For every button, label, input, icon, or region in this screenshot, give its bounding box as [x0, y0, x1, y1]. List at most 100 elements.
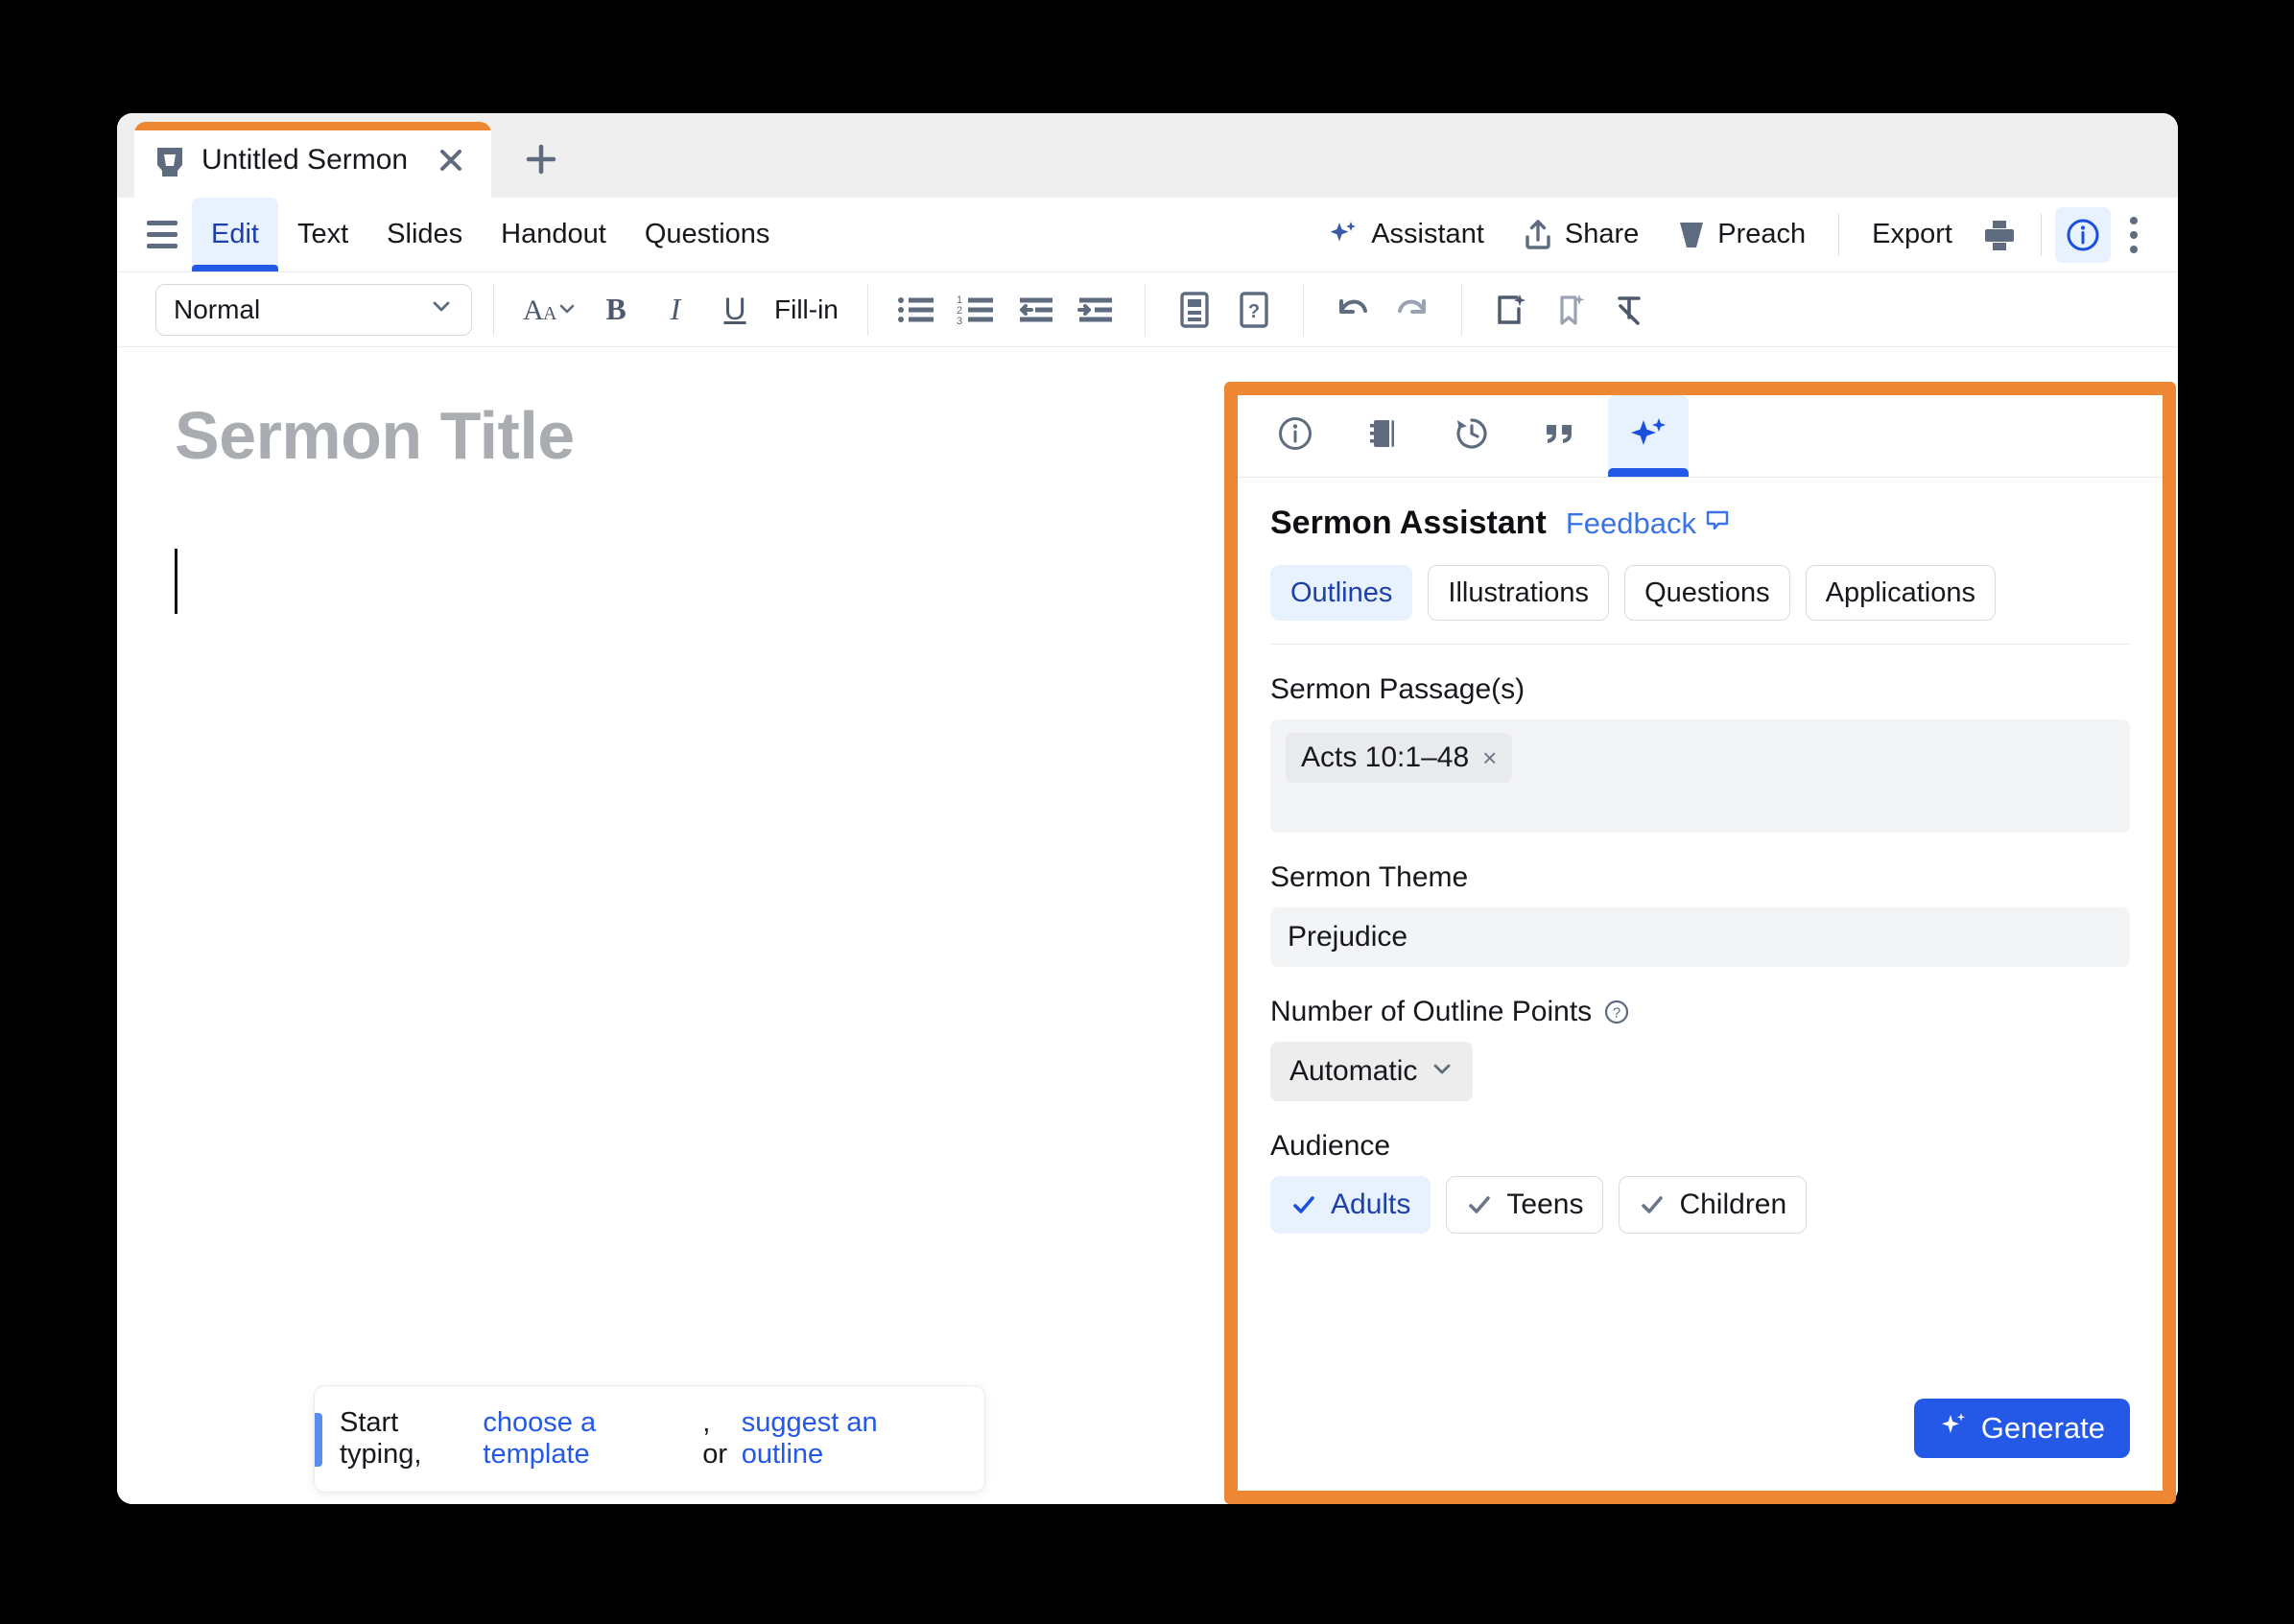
pulpit-icon — [155, 146, 184, 178]
font-size-icon[interactable]: A A — [515, 282, 584, 338]
toolbar-divider-1 — [493, 283, 494, 336]
sermon-passage-field: Sermon Passage(s) Acts 10:1–48 × — [1270, 673, 2130, 833]
svg-text:3: 3 — [957, 316, 962, 326]
ai-slide-icon[interactable] — [1483, 282, 1539, 338]
tab-applications[interactable]: Applications — [1805, 565, 1997, 621]
generate-button[interactable]: Generate — [1913, 1399, 2130, 1458]
panel-tab-assistant[interactable] — [1608, 395, 1689, 477]
menu-divider-2 — [2041, 213, 2042, 256]
chevron-down-icon — [429, 294, 454, 325]
question-card-icon[interactable]: ? — [1226, 282, 1282, 338]
audience-option-adults[interactable]: Adults — [1270, 1176, 1431, 1234]
sermon-assistant-panel: Sermon Assistant Feedback Outlines Illus… — [1224, 382, 2176, 1504]
audience-adults-label: Adults — [1331, 1189, 1411, 1220]
text-caret — [175, 549, 177, 614]
export-label: Export — [1872, 219, 1952, 249]
underline-icon[interactable]: U — [707, 282, 763, 338]
new-tab-button[interactable] — [518, 136, 564, 182]
sermon-passage-input[interactable]: Acts 10:1–48 × — [1270, 719, 2130, 833]
menu-bar: Edit Text Slides Handout Questions Assis… — [117, 198, 2178, 272]
tab-accent-bar — [134, 122, 491, 130]
printer-icon[interactable] — [1972, 207, 2027, 263]
audience-option-teens[interactable]: Teens — [1446, 1176, 1604, 1234]
tab-outlines[interactable]: Outlines — [1270, 565, 1413, 621]
bold-icon[interactable]: B — [588, 282, 644, 338]
numbered-list-icon[interactable]: 1 2 3 — [949, 282, 1005, 338]
remove-chip-icon[interactable]: × — [1482, 743, 1497, 773]
share-button[interactable]: Share — [1503, 198, 1658, 271]
check-icon — [1466, 1191, 1493, 1218]
quote-icon — [1540, 413, 1580, 459]
export-button[interactable]: Export — [1853, 198, 1972, 271]
panel-header: Sermon Assistant Feedback — [1270, 505, 2130, 565]
clear-formatting-icon[interactable] — [1602, 282, 1658, 338]
tab-questions[interactable]: Questions — [1624, 565, 1790, 621]
generate-row: Generate — [1913, 1399, 2130, 1458]
panel-title: Sermon Assistant — [1270, 505, 1547, 541]
megaphone-icon — [1677, 219, 1706, 251]
toolbar-divider-3 — [1144, 283, 1146, 336]
generate-label: Generate — [1980, 1411, 2105, 1445]
notebook-icon — [1363, 413, 1404, 459]
suggest-outline-link[interactable]: suggest an outline — [742, 1407, 959, 1471]
outdent-icon[interactable] — [1008, 282, 1064, 338]
hint-middle: , or — [702, 1407, 728, 1470]
audience-option-children[interactable]: Children — [1619, 1176, 1808, 1234]
sermon-theme-label: Sermon Theme — [1270, 861, 1469, 893]
document-pane[interactable]: Sermon Title Start typing, choose a temp… — [117, 347, 1224, 1504]
assistant-label: Assistant — [1371, 219, 1484, 249]
close-icon[interactable] — [432, 141, 470, 179]
feedback-label: Feedback — [1565, 506, 1696, 540]
outline-points-label: Number of Outline Points ? — [1270, 996, 2130, 1028]
menu-item-text[interactable]: Text — [278, 198, 367, 271]
italic-icon[interactable]: I — [648, 282, 703, 338]
menu-item-questions[interactable]: Questions — [626, 198, 790, 271]
kebab-menu-icon[interactable] — [2111, 207, 2157, 263]
assistant-button[interactable]: Assistant — [1308, 198, 1503, 271]
check-icon — [1639, 1191, 1666, 1218]
panel-tab-info[interactable] — [1255, 395, 1336, 477]
preach-label: Preach — [1717, 219, 1807, 249]
svg-text:?: ? — [1613, 1005, 1620, 1022]
panel-tab-notebook[interactable] — [1343, 395, 1424, 477]
share-upload-icon — [1523, 219, 1553, 251]
preach-button[interactable]: Preach — [1658, 198, 1825, 271]
menu-item-slides[interactable]: Slides — [367, 198, 482, 271]
check-icon — [1290, 1191, 1317, 1218]
sparkle-icon — [1627, 412, 1669, 459]
hint-prefix: Start typing, — [340, 1407, 422, 1470]
tab-illustrations[interactable]: Illustrations — [1428, 565, 1610, 621]
fill-in-button[interactable]: Fill-in — [767, 282, 846, 338]
menu-item-edit[interactable]: Edit — [192, 198, 278, 271]
ai-bookmark-icon[interactable] — [1543, 282, 1598, 338]
panel-tab-history[interactable] — [1431, 395, 1512, 477]
editor-hint-bar: Start typing, choose a template, or sugg… — [314, 1385, 985, 1493]
menu-spacer — [789, 198, 1308, 271]
undo-icon[interactable] — [1325, 282, 1381, 338]
info-circle-icon[interactable] — [2055, 206, 2111, 263]
info-circle-icon — [1275, 413, 1315, 459]
sermon-theme-input[interactable]: Prejudice — [1270, 907, 2130, 967]
paragraph-style-select[interactable]: Normal — [155, 283, 472, 336]
outline-points-value: Automatic — [1289, 1055, 1418, 1087]
list-group: 1 2 3 — [889, 282, 1123, 338]
note-card-icon[interactable] — [1167, 282, 1222, 338]
passage-chip[interactable]: Acts 10:1–48 × — [1286, 733, 1513, 783]
sparkle-icon — [1327, 219, 1360, 251]
insert-group: ? — [1167, 282, 1282, 338]
document-tab[interactable]: Untitled Sermon — [134, 122, 491, 198]
choose-template-link[interactable]: choose a template — [483, 1407, 702, 1471]
menu-icon[interactable] — [132, 198, 192, 271]
menu-item-handout[interactable]: Handout — [482, 198, 626, 271]
outline-points-select[interactable]: Automatic — [1270, 1042, 1474, 1101]
toolbar-divider-2 — [866, 283, 868, 336]
assistant-category-tabs: Outlines Illustrations Questions Applica… — [1270, 565, 2130, 645]
sermon-passage-label: Sermon Passage(s) — [1270, 673, 1525, 705]
redo-icon[interactable] — [1384, 282, 1440, 338]
help-circle-icon[interactable]: ? — [1603, 999, 1630, 1025]
panel-tab-quotes[interactable] — [1520, 395, 1600, 477]
indent-icon[interactable] — [1068, 282, 1123, 338]
chevron-down-icon — [1431, 1055, 1454, 1088]
bulleted-list-icon[interactable] — [889, 282, 945, 338]
feedback-link[interactable]: Feedback — [1566, 506, 1730, 541]
